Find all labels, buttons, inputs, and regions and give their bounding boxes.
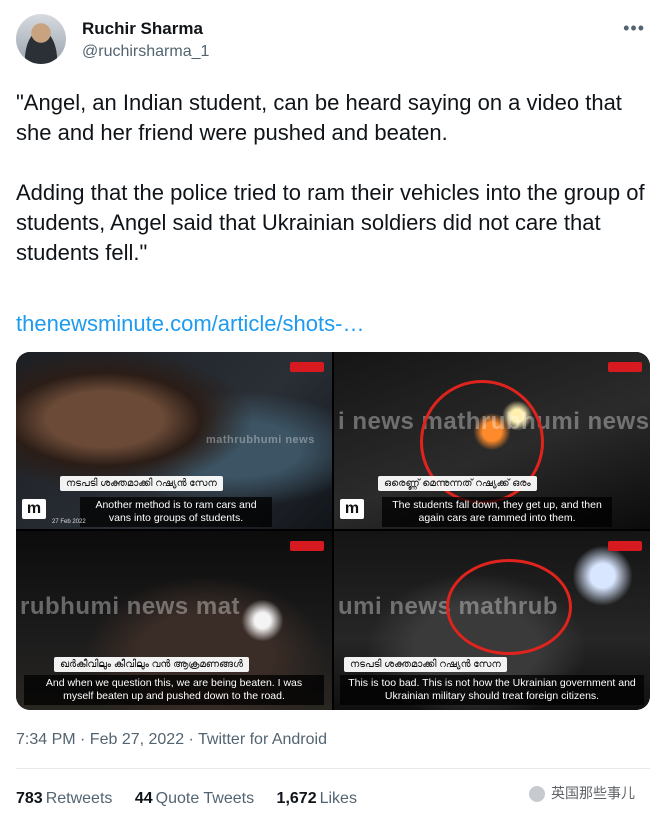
watermark-text: rubhumi news mat (20, 593, 241, 620)
channel-logo: m (22, 499, 46, 519)
likes-stat[interactable]: 1,672 Likes (277, 790, 357, 808)
channel-badge (290, 541, 324, 551)
subtitle-caption: The students fall down, they get up, and… (382, 497, 612, 527)
tweet-timestamp[interactable]: 7:34 PM · Feb 27, 2022 · Twitter for And… (16, 731, 327, 749)
headline-label: നടപടി ശക്തമാക്കി റഷ്യൻ സേന (344, 657, 507, 672)
more-options-icon[interactable]: ••• (623, 18, 645, 39)
wechat-icon (529, 786, 545, 803)
tweet-text: "Angel, an Indian student, can be heard … (16, 90, 645, 265)
article-link[interactable]: thenewsminute.com/article/shots-… (16, 311, 364, 337)
author-handle[interactable]: @ruchirsharma_1 (82, 43, 209, 61)
watermark-text: mathrubhumi news (206, 434, 315, 446)
channel-badge (290, 362, 324, 372)
media-image-3[interactable]: rubhumi news mat ഖർകീവിലും കീവിലും വൻ ആക… (16, 531, 332, 710)
likes-label: Likes (319, 790, 357, 807)
channel-badge (608, 541, 642, 551)
quotes-label: Quote Tweets (155, 790, 255, 807)
divider (16, 768, 650, 769)
retweets-count: 783 (16, 790, 43, 807)
headline-label: നടപടി ശക്തമാക്കി റഷ്യൻ സേന (60, 476, 223, 491)
highlight-circle (446, 559, 572, 655)
subtitle-caption: And when we question this, we are being … (24, 675, 324, 705)
avatar[interactable] (16, 14, 66, 64)
likes-count: 1,672 (276, 790, 317, 807)
media-image-1[interactable]: mathrubhumi news നടപടി ശക്തമാക്കി റഷ്യൻ … (16, 352, 332, 529)
tweet-header: Ruchir Sharma @ruchirsharma_1 ••• (16, 12, 649, 70)
retweets-label: Retweets (45, 790, 113, 807)
media-grid[interactable]: mathrubhumi news നടപടി ശക്തമാക്കി റഷ്യൻ … (16, 352, 650, 710)
channel-badge (608, 362, 642, 372)
retweets-stat[interactable]: 783 Retweets (16, 790, 112, 808)
source-watermark-text: 英国那些事儿 (551, 785, 635, 801)
video-date: 27 Feb 2022 (52, 519, 86, 525)
quotes-stat[interactable]: 44 Quote Tweets (135, 790, 254, 808)
subtitle-caption: This is too bad. This is not how the Ukr… (340, 675, 644, 705)
engagement-stats: 783 Retweets 44 Quote Tweets 1,672 Likes (16, 790, 375, 808)
media-image-4[interactable]: umi news mathrub നടപടി ശക്തമാക്കി റഷ്യൻ … (334, 531, 650, 710)
headline-label: ഖർകീവിലും കീവിലും വൻ ആക്രമണങ്ങൾ (54, 657, 250, 672)
subtitle-caption: Another method is to ram cars and vans i… (80, 497, 272, 527)
source-watermark: 英国那些事儿 (529, 783, 635, 803)
channel-logo: m (340, 499, 364, 519)
quotes-count: 44 (134, 790, 153, 807)
author-name[interactable]: Ruchir Sharma (82, 19, 203, 39)
media-image-2[interactable]: i news mathrubhumi news ഒരെണ്ണ് മെന്നുന്… (334, 352, 650, 529)
headline-label: ഒരെണ്ണ് മെന്നുന്നത് റഷ്യക്ക് ഒരം (378, 476, 537, 491)
